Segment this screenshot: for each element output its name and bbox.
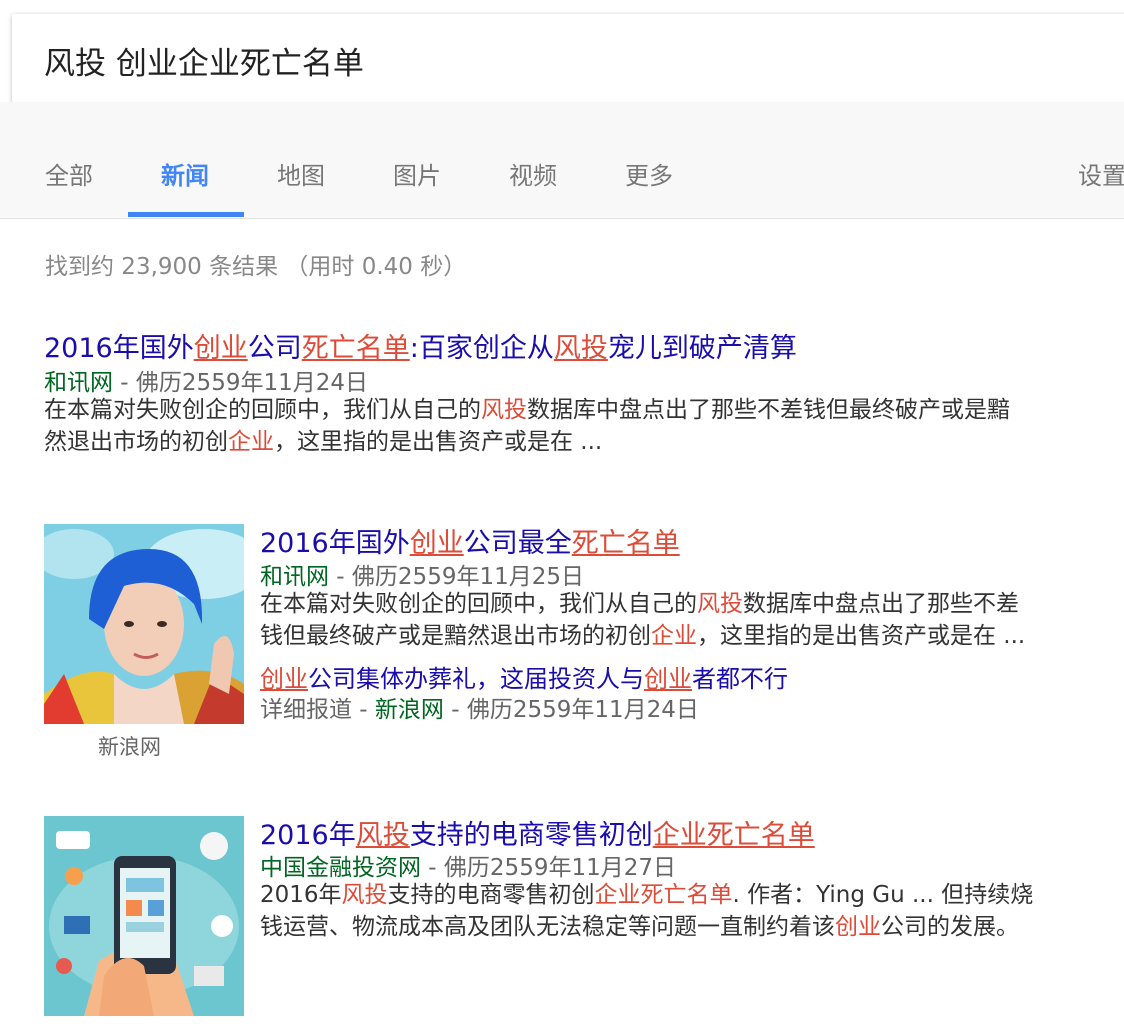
result-title[interactable]: 2016年国外创业公司死亡名单:百家创企从风投宠儿到破产清算	[44, 326, 797, 365]
highlighted-keyword: 创业	[644, 665, 692, 693]
text-segment: 2016年国外	[260, 528, 410, 559]
text-segment: 然退出市场的初创	[44, 429, 228, 455]
search-box[interactable]: 风投 创业企业死亡名单	[12, 14, 1124, 102]
tab-videos[interactable]: 视频	[509, 156, 557, 191]
highlighted-keyword: 创业	[409, 528, 464, 559]
result-meta: 中国金融投资网 - 佛历2559年11月27日	[260, 848, 676, 882]
related-separator: -	[352, 697, 375, 723]
highlighted-keyword: 死亡名单	[571, 528, 680, 559]
result-meta: 和讯网 - 佛历2559年11月25日	[260, 557, 584, 591]
highlighted-keyword: 创业	[260, 665, 308, 693]
tab-all[interactable]: 全部	[45, 156, 93, 191]
highlighted-keyword: 创业	[193, 333, 248, 364]
related-article-meta: 详细报道 - 新浪网 - 佛历2559年11月24日	[260, 690, 699, 724]
result-date: - 佛历2559年11月27日	[421, 855, 676, 881]
text-segment: 钱但最终破产或是黯然退出市场的初创	[260, 623, 651, 649]
result-date: - 佛历2559年11月24日	[113, 370, 368, 396]
highlighted-keyword: 风投	[341, 882, 388, 908]
active-tab-indicator	[128, 212, 244, 217]
text-segment: 在本篇对失败创企的回顾中，我们从自己的	[44, 397, 481, 423]
related-date: - 佛历2559年11月24日	[443, 697, 699, 723]
highlighted-keyword: 企业	[228, 429, 274, 455]
text-segment: 支持的电商零售初创	[387, 882, 595, 908]
result-snippet-line: 然退出市场的初创企业，这里指的是出售资产或是在 ...	[44, 426, 602, 458]
text-segment: :百家创企从	[409, 333, 554, 364]
related-article-title[interactable]: 创业公司集体办葬礼，这届投资人与创业者都不行	[260, 659, 788, 694]
result-source: 中国金融投资网	[260, 855, 421, 881]
portrait-photo-icon	[44, 524, 244, 724]
text-segment: 2016年	[260, 820, 356, 851]
highlighted-keyword: 企业	[651, 623, 697, 649]
highlighted-keyword: 创业	[835, 914, 881, 940]
text-segment: 在本篇对失败创企的回顾中，我们从自己的	[260, 591, 697, 617]
highlighted-keyword: 风投	[553, 333, 608, 364]
highlighted-keyword: 企业死亡名单	[652, 820, 815, 851]
result-snippet-line: 在本篇对失败创企的回顾中，我们从自己的风投数据库中盘点出了那些不差钱但最终破产或…	[44, 394, 1010, 426]
result-snippet-line: 钱运营、物流成本高及团队无法稳定等问题一直制约着该创业公司的发展。	[260, 911, 1019, 943]
tab-maps[interactable]: 地图	[277, 156, 325, 191]
text-segment: 2016年	[260, 882, 342, 908]
text-segment: 数据库中盘点出了那些不差	[743, 591, 1019, 617]
text-segment: 支持的电商零售初创	[409, 820, 653, 851]
result-stats: 找到约 23,900 条结果 （用时 0.40 秒）	[45, 254, 467, 280]
result-source: 和讯网	[44, 370, 113, 396]
settings-link[interactable]: 设置	[1078, 156, 1124, 191]
ecommerce-illustration-thumbnail[interactable]	[44, 816, 244, 1016]
highlighted-keyword: 风投	[355, 820, 410, 851]
related-source: 新浪网	[374, 697, 444, 723]
tab-news[interactable]: 新闻	[161, 156, 209, 191]
result-snippet-line: 2016年风投支持的电商零售初创企业死亡名单. 作者：Ying Gu ... 但…	[260, 879, 1033, 911]
result-date: - 佛历2559年11月25日	[329, 564, 584, 590]
result-source: 和讯网	[260, 564, 329, 590]
text-segment: . 作者：Ying Gu ... 但持续烧	[732, 882, 1034, 908]
text-segment: 2016年国外	[44, 333, 194, 364]
highlighted-keyword: 死亡名单	[301, 333, 410, 364]
highlighted-keyword: 企业死亡名单	[594, 882, 733, 908]
text-segment: ，这里指的是出售资产或是在 ...	[274, 429, 603, 455]
text-segment: 公司最全	[463, 528, 572, 559]
text-segment: ，这里指的是出售资产或是在 ...	[697, 623, 1026, 649]
text-segment: 数据库中盘点出了那些不差钱但最终破产或是黯	[527, 397, 1010, 423]
text-segment: 者都不行	[692, 665, 788, 693]
result-snippet-line: 在本篇对失败创企的回顾中，我们从自己的风投数据库中盘点出了那些不差	[260, 588, 1019, 620]
text-segment: 钱运营、物流成本高及团队无法稳定等问题一直制约着该	[260, 914, 835, 940]
result-title[interactable]: 2016年风投支持的电商零售初创企业死亡名单	[260, 813, 815, 852]
thumbnail-caption: 新浪网	[98, 735, 161, 759]
ecommerce-illustration-icon	[44, 816, 244, 1016]
tab-more[interactable]: 更多	[625, 156, 673, 191]
related-prefix[interactable]: 详细报道	[260, 697, 352, 723]
tab-images[interactable]: 图片	[393, 156, 441, 191]
search-tabs-bar: 全部 新闻 地图 图片 视频 更多 设置	[0, 102, 1124, 219]
portrait-photo-thumbnail[interactable]	[44, 524, 244, 724]
highlighted-keyword: 风投	[481, 397, 527, 423]
text-segment: 公司集体办葬礼，这届投资人与	[308, 665, 644, 693]
text-segment: 公司的发展。	[881, 914, 1019, 940]
text-segment: 公司	[247, 333, 302, 364]
text-segment: 宠儿到破产清算	[607, 333, 797, 364]
search-input[interactable]: 风投 创业企业死亡名单	[44, 38, 364, 83]
result-title[interactable]: 2016年国外创业公司最全死亡名单	[260, 521, 680, 560]
result-meta: 和讯网 - 佛历2559年11月24日	[44, 363, 368, 397]
result-snippet-line: 钱但最终破产或是黯然退出市场的初创企业，这里指的是出售资产或是在 ...	[260, 620, 1025, 652]
highlighted-keyword: 风投	[697, 591, 743, 617]
